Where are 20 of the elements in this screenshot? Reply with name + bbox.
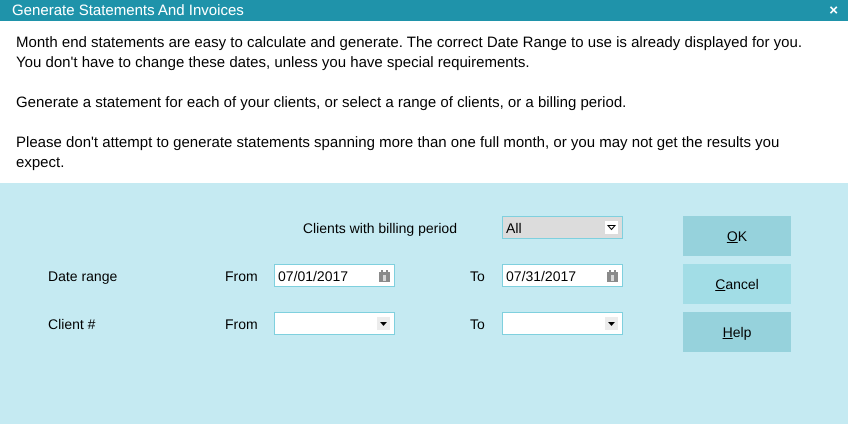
field-label: From bbox=[225, 316, 259, 332]
instruction-text: Please don't attempt to generate statements spanning more than one full month, or you may not get the results you expect. bbox=[16, 133, 780, 173]
ok-button[interactable]: OK bbox=[683, 216, 791, 256]
calendar-icon[interactable] bbox=[607, 270, 618, 282]
close-button[interactable]: × bbox=[829, 2, 838, 19]
field-label: Clients with billing period bbox=[302, 220, 458, 236]
cancel-button[interactable]: Cancel bbox=[683, 264, 791, 304]
field-label: From bbox=[225, 268, 259, 284]
field-label: To bbox=[470, 268, 486, 284]
field-label: Client # bbox=[48, 316, 96, 332]
date-field[interactable]: 07/31/2017 bbox=[502, 264, 623, 287]
billing-period-dropdown[interactable]: All bbox=[502, 216, 623, 239]
help-button[interactable]: Help bbox=[683, 312, 791, 352]
field-label: To bbox=[470, 316, 486, 332]
date-field[interactable]: 07/01/2017 bbox=[274, 264, 395, 287]
instruction-text: Month end statements are easy to calculate and generate. The correct Date Range to use is already displayed for you. You don't have to change these dates, unless you have special requirements. bbox=[16, 33, 804, 73]
window-title: Generate Statements And Invoices bbox=[12, 2, 244, 19]
instruction-text: Generate a statement for each of your clients, or select a range of clients, or a billing period. bbox=[16, 93, 628, 113]
field-label: Date range bbox=[48, 268, 118, 284]
calendar-icon[interactable] bbox=[379, 270, 390, 282]
